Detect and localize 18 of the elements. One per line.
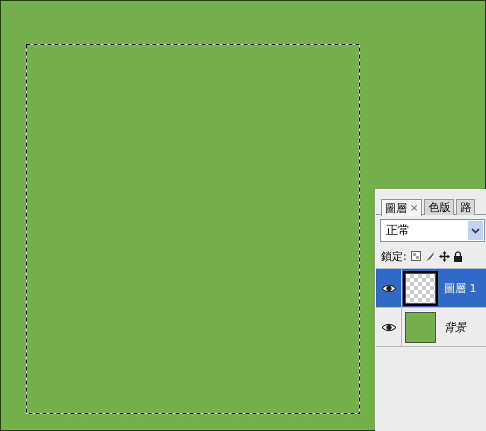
layer-thumbnail [405,272,436,304]
padlock-icon[interactable] [454,250,462,262]
panel-tab[interactable]: 圖層 × [381,199,422,216]
close-icon[interactable]: × [410,202,418,214]
blend-mode-dropdown[interactable]: 正常 [380,219,485,242]
layer-row[interactable]: 圖層 1 [376,269,486,308]
move-icon[interactable] [438,250,450,262]
eye-icon[interactable] [382,322,396,332]
eye-icon[interactable] [382,284,396,292]
layer-name: 背景 [444,320,466,334]
chevron-down-icon [471,228,480,234]
layer-name: 圖層 1 [444,280,476,296]
layer-row[interactable]: 背景 [376,308,486,347]
panel-tab[interactable]: 色版 [424,199,454,215]
brush-icon[interactable] [424,250,435,262]
lock-label: 鎖定: [381,248,407,264]
panel-tab[interactable]: 路 [456,199,476,215]
checkerboard-icon[interactable] [410,251,421,261]
